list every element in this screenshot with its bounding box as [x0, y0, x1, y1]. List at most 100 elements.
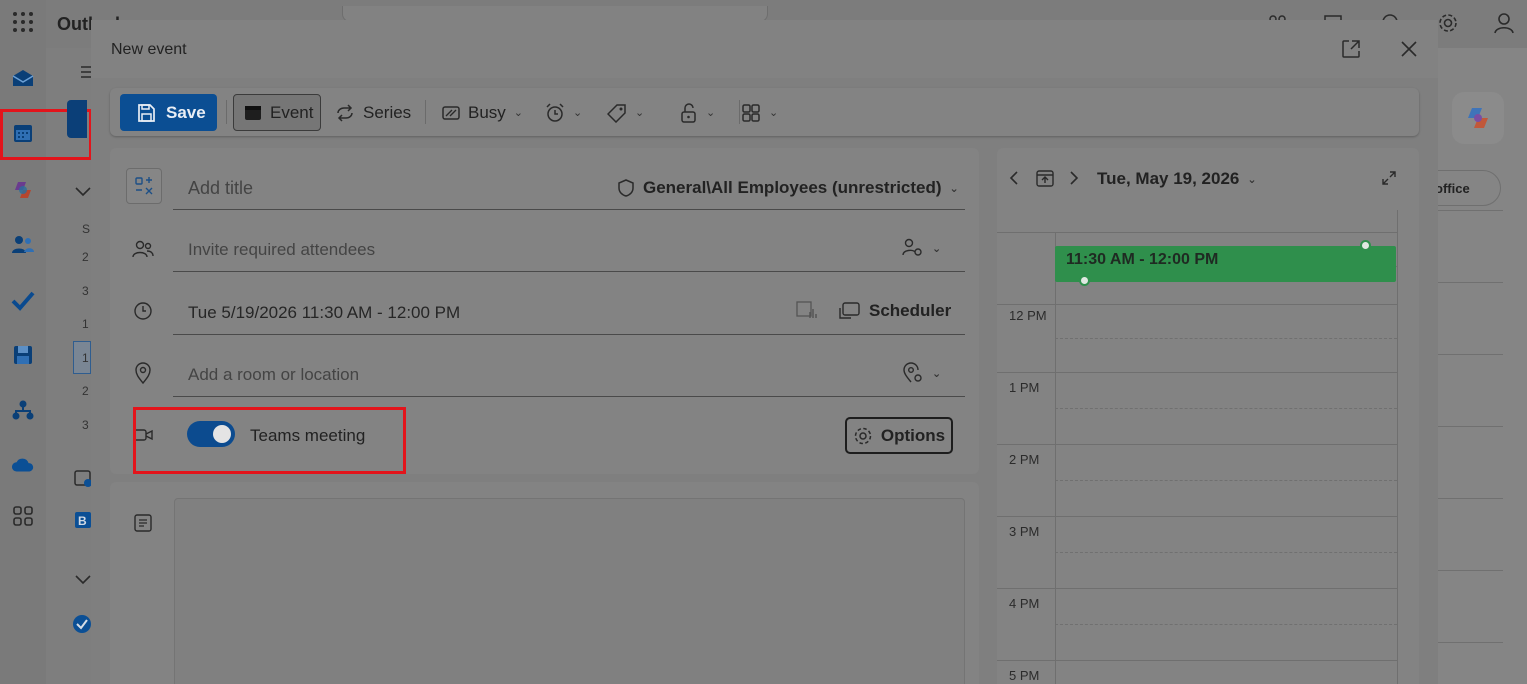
event-body-editor[interactable] — [174, 498, 965, 684]
mail-icon[interactable] — [11, 66, 35, 90]
title-input[interactable]: Add title — [188, 178, 253, 199]
chevron-down-icon: ⌄ — [635, 107, 645, 119]
grid-line — [997, 516, 1397, 517]
shield-icon — [618, 179, 634, 197]
event-button[interactable]: Event — [233, 94, 321, 131]
chevron-down-icon: ⌄ — [513, 107, 524, 119]
expand-icon[interactable] — [1381, 170, 1397, 191]
chevron-down-icon: ⌄ — [573, 107, 583, 119]
close-icon[interactable] — [1398, 38, 1420, 60]
attendees-input[interactable]: Invite required attendees — [188, 240, 375, 260]
location-input[interactable]: Add a room or location — [188, 365, 359, 385]
location-options-dropdown[interactable]: ⌄ — [902, 362, 941, 384]
location-icon — [130, 360, 156, 386]
reminder-dropdown[interactable]: ⌄ — [545, 94, 582, 131]
day-time-grid[interactable]: 12 PM 1 PM 2 PM 3 PM 4 PM 5 PM 11:30 AM … — [997, 210, 1419, 684]
toolbar-separator — [226, 100, 227, 124]
hour-label: 1 PM — [1009, 380, 1040, 395]
event-label: Event — [270, 102, 314, 122]
settings-icon[interactable] — [1437, 12, 1459, 34]
pop-out-icon[interactable] — [1340, 38, 1362, 60]
new-event-button-bg[interactable] — [67, 100, 87, 138]
repeat-icon — [337, 103, 353, 122]
grid-right-edge — [1397, 210, 1398, 684]
onedrive-icon[interactable] — [11, 453, 35, 477]
scheduler-button[interactable]: Scheduler — [839, 301, 951, 321]
sensitivity-dropdown[interactable]: General\All Employees (unrestricted) ⌄ — [617, 178, 959, 198]
resize-handle-top[interactable] — [1360, 240, 1371, 251]
save-icon — [138, 103, 155, 122]
mini-cal-text: 2 — [82, 384, 89, 398]
chevron-down-icon: ⌄ — [932, 367, 942, 380]
bg-grid-line — [1438, 282, 1503, 283]
unlock-icon — [681, 102, 696, 123]
people-icon[interactable] — [11, 233, 35, 257]
event-toolbar: Save Event Series Busy ⌄ ⌄ ⌄ ⌄ ⌄ — [110, 88, 1419, 136]
mini-cal-text: 2 — [82, 250, 89, 264]
draft-event-time: 11:30 AM - 12:00 PM — [1066, 251, 1219, 268]
room-finder-icon[interactable] — [796, 300, 818, 320]
mini-cal-text: S — [82, 222, 91, 236]
show-as-dropdown[interactable]: Busy ⌄ — [442, 94, 523, 131]
attendee-options-dropdown[interactable]: ⌄ — [902, 238, 941, 258]
previous-day-icon[interactable] — [1009, 170, 1019, 191]
clock-icon — [130, 298, 156, 324]
chevron-down-icon: ⌄ — [1247, 173, 1257, 186]
bg-grid-line — [1438, 210, 1503, 211]
org-explorer-icon[interactable] — [11, 398, 35, 422]
hour-label: 4 PM — [1009, 596, 1040, 611]
alarm-icon — [546, 102, 564, 122]
dialog-header: New event — [91, 20, 1438, 78]
datetime-field[interactable]: Tue 5/19/2026 11:30 AM - 12:00 PM — [188, 303, 460, 323]
chevron-down-icon: ⌄ — [706, 107, 716, 119]
chevron-down-icon: ⌄ — [932, 242, 942, 255]
todo-icon[interactable] — [11, 288, 35, 312]
location-underline — [173, 396, 965, 397]
grid-line — [1055, 408, 1397, 409]
series-button[interactable]: Series — [335, 94, 411, 131]
grid-line — [997, 372, 1397, 373]
chevron-down-icon: ⌄ — [769, 107, 779, 119]
files-icon[interactable] — [11, 343, 35, 367]
apps-dropdown[interactable]: ⌄ — [741, 94, 778, 131]
hour-label: 12 PM — [1009, 308, 1047, 323]
bg-grid-line — [1438, 498, 1503, 499]
grid-line — [997, 588, 1397, 589]
grid-line — [1055, 338, 1397, 339]
event-body-card — [110, 482, 979, 684]
busy-icon — [442, 105, 460, 120]
mini-cal-text: 1 — [82, 351, 89, 365]
toolbar-separator — [425, 100, 426, 124]
notes-icon — [130, 510, 156, 536]
options-label: Options — [880, 425, 946, 445]
sensitivity-label: General\All Employees (unrestricted) — [643, 178, 942, 197]
day-calendar-pane: Tue, May 19, 2026 ⌄ 12 PM 1 PM 2 PM 3 PM… — [997, 148, 1419, 684]
app-rail — [0, 0, 46, 684]
resize-handle-bottom[interactable] — [1079, 275, 1090, 286]
meeting-options-button[interactable]: Options — [845, 417, 953, 454]
more-apps-icon[interactable] — [11, 504, 35, 528]
app-launcher-icon[interactable] — [11, 10, 35, 34]
grid-line — [997, 304, 1397, 305]
go-to-today-icon[interactable] — [1035, 168, 1055, 193]
tag-icon — [607, 103, 626, 123]
time-column-divider — [1055, 232, 1056, 684]
save-button[interactable]: Save — [120, 94, 217, 131]
busy-label: Busy — [468, 102, 506, 122]
bg-grid-line — [1438, 570, 1503, 571]
copilot-button[interactable] — [1452, 92, 1504, 144]
location-settings-icon — [903, 362, 922, 383]
draft-event-block[interactable]: 11:30 AM - 12:00 PM — [1055, 246, 1396, 282]
grid-line — [997, 660, 1397, 661]
title-templates-icon[interactable] — [126, 168, 162, 204]
teams-highlight-box — [133, 407, 406, 474]
mini-cal-text: 3 — [82, 284, 89, 298]
calendar-date-picker[interactable]: Tue, May 19, 2026 ⌄ — [1097, 169, 1257, 189]
categorize-dropdown[interactable]: ⌄ — [607, 94, 644, 131]
grid-line — [1055, 552, 1397, 553]
scheduler-icon — [839, 302, 860, 319]
account-icon[interactable] — [1493, 12, 1515, 34]
next-day-icon[interactable] — [1069, 170, 1079, 191]
copilot-icon[interactable] — [11, 178, 35, 202]
privacy-dropdown[interactable]: ⌄ — [680, 94, 715, 131]
